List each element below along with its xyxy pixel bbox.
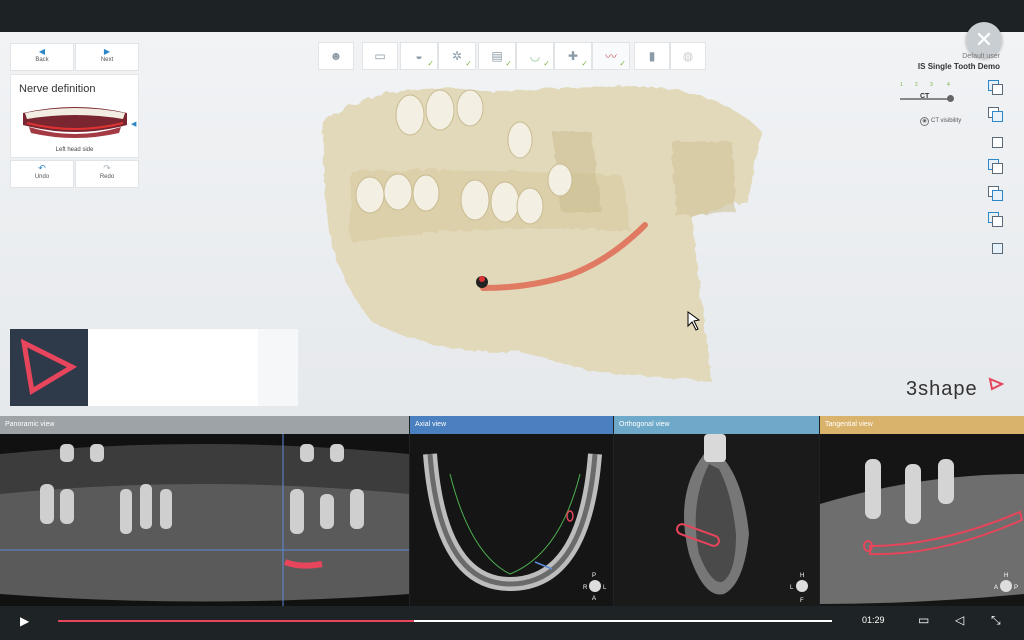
- project-label: IS Single Tooth Demo: [917, 62, 1000, 71]
- view-right-icon[interactable]: [988, 159, 1003, 174]
- exit-fullscreen-icon[interactable]: ⤡: [991, 613, 1001, 628]
- redo-button[interactable]: ↷ Redo: [75, 160, 139, 188]
- toolbar-scan-button[interactable]: ▭: [362, 42, 398, 70]
- view-left-icon[interactable]: [988, 133, 1003, 148]
- back-label: Back: [35, 57, 49, 63]
- undo-label: Undo: [34, 174, 50, 180]
- gum-icon: ◡: [529, 49, 541, 63]
- panel-title: Nerve definition: [19, 83, 96, 95]
- arrow-right-icon: ▶: [103, 47, 111, 56]
- ortho-orientation-f: F: [800, 598, 804, 604]
- check-icon: ✓: [465, 59, 472, 68]
- ortho-orientation-h: H: [800, 573, 804, 579]
- video-thumbnail[interactable]: [10, 329, 88, 406]
- view-top-icon[interactable]: [988, 186, 1003, 201]
- scan-icon: ▭: [374, 49, 386, 63]
- axial-view-header: Axial view: [410, 416, 613, 434]
- check-icon: ✓: [619, 59, 626, 68]
- volume-icon[interactable]: ◁: [955, 613, 964, 627]
- tang-orientation-h: H: [1004, 573, 1008, 579]
- panoramic-image: [0, 434, 409, 606]
- toolbar-sphere-button[interactable]: ◍: [670, 42, 706, 70]
- video-time: 01:29: [862, 615, 885, 625]
- check-icon: ✓: [581, 59, 588, 68]
- implant-post-icon: ▮: [648, 49, 656, 63]
- view-front-icon[interactable]: [988, 80, 1003, 95]
- view-bottom-icon[interactable]: [988, 212, 1003, 227]
- captions-icon[interactable]: ▭: [918, 613, 929, 627]
- back-button[interactable]: ◀ Back: [10, 43, 74, 71]
- panoramic-view-pane[interactable]: Panoramic view: [0, 416, 409, 606]
- undo-button[interactable]: ↶ Undo: [10, 160, 74, 188]
- panoramic-view-header: Panoramic view: [0, 416, 409, 434]
- brand-logo: 3shape: [906, 378, 978, 400]
- axial-orientation-a: A: [592, 596, 596, 602]
- user-label: Default user: [962, 53, 1000, 60]
- nerve-definition-panel[interactable]: Nerve definition ◀ Left head side: [10, 74, 139, 158]
- ct-step-1: 1: [900, 82, 903, 88]
- close-icon: ✕: [974, 27, 994, 52]
- nerve-marker: [479, 276, 485, 282]
- model-icon: ▤: [491, 49, 503, 63]
- check-icon: ✓: [427, 59, 434, 68]
- undo-icon: ↶: [38, 163, 46, 173]
- view-back-icon[interactable]: [988, 107, 1003, 122]
- eye-icon: ◉: [920, 117, 929, 126]
- tooth-plus-icon: ✚: [567, 49, 579, 63]
- ct-visibility-toggle[interactable]: ◉ CT visibility: [920, 117, 961, 126]
- orthogonal-view-pane[interactable]: Orthogonal view H L F: [614, 416, 819, 606]
- view-reset-icon[interactable]: [988, 239, 1003, 254]
- play-icon[interactable]: ▶: [20, 614, 29, 628]
- next-label: Next: [100, 57, 114, 63]
- axial-orientation-r: R: [583, 585, 588, 591]
- crown-icon: ◒: [415, 49, 423, 63]
- brand-play-icon: [20, 338, 78, 396]
- ct-slider-handle[interactable]: [947, 95, 954, 102]
- axial-orientation-p: P: [592, 573, 596, 579]
- sphere-icon: ◍: [682, 49, 694, 63]
- toolbar-implant-post-button[interactable]: ▮: [634, 42, 670, 70]
- ct-step-4: 4: [947, 82, 950, 88]
- check-icon: ✓: [505, 59, 512, 68]
- video-overlay-panel: [88, 329, 258, 406]
- toolbar-gum-button[interactable]: ◡ ✓: [516, 42, 554, 70]
- arrow-left-icon: ◀: [38, 47, 46, 56]
- orthogonal-view-header: Orthogonal view: [614, 416, 819, 434]
- tang-orientation-p: P: [1014, 585, 1018, 591]
- tangential-view-pane[interactable]: Tangential view H A P: [820, 416, 1024, 606]
- tangential-view-header: Tangential view: [820, 416, 1024, 434]
- toolbar-tooth-plus-button[interactable]: ✚ ✓: [554, 42, 592, 70]
- toolbar-patient-button[interactable]: ☻: [318, 42, 354, 70]
- ct-step-2: 2: [915, 82, 918, 88]
- check-icon: ✓: [543, 59, 550, 68]
- jaw-3d-model[interactable]: [290, 70, 790, 390]
- jaw-thumbnail: [23, 107, 127, 138]
- redo-icon: ↷: [103, 163, 111, 173]
- orthogonal-image: H L F: [614, 434, 819, 606]
- next-button[interactable]: ▶ Next: [75, 43, 139, 71]
- brand-triangle-icon: [988, 377, 1004, 391]
- ct-step-3: 3: [930, 82, 933, 88]
- panel-marker-icon: ◀: [131, 121, 137, 128]
- nerve-icon: 〰: [604, 49, 618, 64]
- implant-icon: ✲: [451, 49, 463, 63]
- progress-fill: [58, 620, 415, 622]
- toolbar-implant-button[interactable]: ✲ ✓: [438, 42, 476, 70]
- window-top-bar: [0, 0, 1024, 32]
- panel-caption: Left head side: [55, 147, 94, 153]
- toolbar-model-button[interactable]: ▤ ✓: [478, 42, 516, 70]
- ct-visibility-label: CT visibility: [931, 118, 962, 124]
- axial-image: P R L A: [410, 434, 613, 606]
- tangential-image: H A P: [820, 434, 1024, 606]
- ct-label: CT: [920, 93, 930, 100]
- redo-label: Redo: [99, 174, 115, 180]
- toolbar-nerve-button[interactable]: 〰 ✓: [592, 42, 630, 70]
- axial-view-pane[interactable]: Axial view P R L A: [410, 416, 613, 606]
- patient-icon: ☻: [329, 49, 343, 63]
- toolbar-crown-button[interactable]: ◒ ✓: [400, 42, 438, 70]
- tang-orientation-a: A: [994, 585, 998, 591]
